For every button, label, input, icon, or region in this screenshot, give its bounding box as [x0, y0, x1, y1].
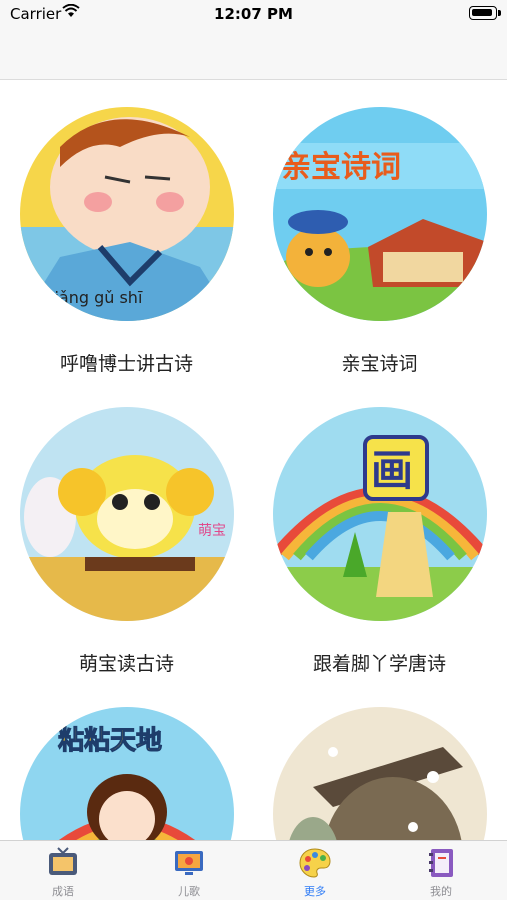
card-art-text-4: 画 — [371, 446, 413, 495]
card-art-text-3: 萌宝 — [198, 523, 226, 539]
cartoon-monkey-image: 萌宝 — [20, 407, 234, 621]
grid-card-3[interactable]: 萌宝 萌宝读古诗 — [0, 380, 253, 700]
cartoon-scholar-image: jiǎng gǔ shī — [20, 107, 234, 321]
card-art-text-5: 粘粘天地 — [58, 726, 162, 756]
tab-songs[interactable]: 儿歌 — [126, 841, 252, 901]
rainbow-tower-image: 画 — [273, 407, 487, 621]
card-thumbnail-5[interactable]: 粘粘天地 — [20, 707, 234, 840]
battery-tip — [498, 10, 501, 16]
ink-painting-image — [273, 707, 487, 840]
content-grid[interactable]: jiǎng gǔ shī 呼噜博士讲古诗 亲宝诗词 亲宝诗词 萌宝 萌宝读古诗 … — [0, 80, 507, 840]
tab-label-mine: 我的 — [430, 885, 452, 898]
grid-card-4[interactable]: 画 跟着脚丫学唐诗 — [253, 380, 506, 700]
girl-rainbow-image: 粘粘天地 — [20, 707, 234, 840]
tab-idioms[interactable]: 成语 — [0, 841, 126, 901]
card-thumbnail-6[interactable] — [273, 707, 487, 840]
status-bar: Carrier 12:07 PM — [0, 0, 507, 28]
tab-bar: 成语 儿歌 更多 我的 — [0, 840, 507, 900]
card-thumbnail-3[interactable]: 萌宝 — [20, 407, 234, 621]
card-label-2: 亲宝诗词 — [341, 353, 418, 375]
card-thumbnail-1[interactable]: jiǎng gǔ shī — [20, 107, 234, 321]
grid-card-6[interactable] — [253, 680, 506, 840]
grid-card-2[interactable]: 亲宝诗词 亲宝诗词 — [253, 80, 506, 400]
tab-label-more: 更多 — [304, 885, 326, 898]
notebook-icon — [429, 849, 453, 877]
tab-label-songs: 儿歌 — [178, 885, 200, 898]
grid-card-5[interactable]: 粘粘天地 — [0, 680, 253, 840]
card-label-4: 跟着脚丫学唐诗 — [312, 653, 446, 675]
palette-icon — [299, 848, 331, 878]
card-thumbnail-4[interactable]: 画 — [273, 407, 487, 621]
tv-icon — [49, 847, 77, 875]
poetry-house-image: 亲宝诗词 — [273, 107, 487, 321]
card-label-1: 呼噜博士讲古诗 — [59, 353, 193, 375]
grid-card-1[interactable]: jiǎng gǔ shī 呼噜博士讲古诗 — [0, 80, 253, 400]
tab-mine[interactable]: 我的 — [378, 841, 504, 901]
tab-more[interactable]: 更多 — [252, 841, 378, 901]
card-label-3: 萌宝读古诗 — [78, 653, 174, 675]
navigation-bar — [0, 28, 507, 80]
tab-label-idioms: 成语 — [52, 885, 74, 898]
card-art-text-1: jiǎng gǔ shī — [49, 288, 143, 307]
card-thumbnail-2[interactable]: 亲宝诗词 — [273, 107, 487, 321]
card-art-text-2: 亲宝诗词 — [281, 150, 401, 185]
status-time: 12:07 PM — [214, 5, 293, 23]
monitor-icon — [175, 851, 203, 875]
battery-icon — [469, 6, 497, 20]
